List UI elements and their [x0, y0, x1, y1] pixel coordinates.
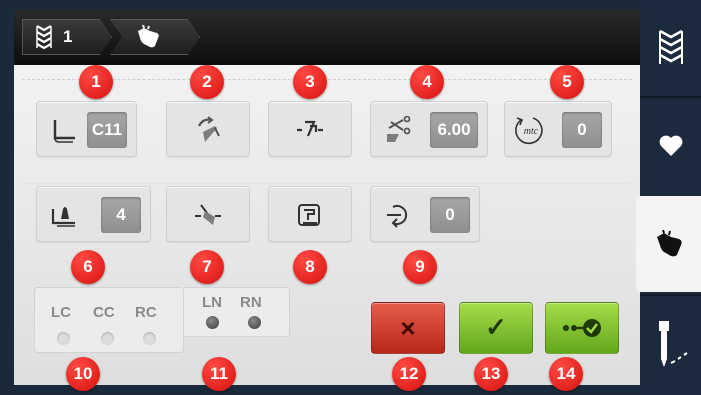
callout-8: 8 [293, 250, 327, 284]
thread-tension-value: 0 [430, 197, 470, 233]
rn-indicator[interactable] [248, 316, 261, 329]
foot-pressure-value: 4 [101, 197, 141, 233]
mtc-icon: mtc [515, 117, 543, 145]
mtc-icon-text: mtc [524, 126, 539, 137]
divider [24, 280, 630, 281]
rail-tab-manual[interactable] [636, 196, 701, 292]
hand-icon [656, 230, 682, 257]
needle-stop-tile[interactable] [166, 101, 250, 157]
light-group: LC CC RC [34, 287, 184, 353]
stitch-pattern-icon [35, 24, 53, 50]
heart-icon [659, 135, 682, 156]
check-icon: ✓ [485, 312, 507, 342]
thread-cutter-tile[interactable] [166, 186, 250, 242]
callout-13: 13 [474, 357, 508, 391]
scissors-icon [387, 116, 411, 142]
callout-11: 11 [202, 357, 236, 391]
cancel-icon: × [400, 313, 416, 343]
callout-14: 14 [549, 357, 583, 391]
confirm-button[interactable]: ✓ [459, 302, 533, 354]
rc-indicator[interactable] [143, 332, 156, 345]
callout-12: 12 [392, 357, 426, 391]
thread-tension-icon [387, 205, 408, 228]
breadcrumb-manual[interactable] [110, 19, 200, 55]
cc-indicator[interactable] [101, 332, 114, 345]
confirm-continue-icon [563, 319, 601, 337]
presser-foot-icon [53, 120, 75, 143]
thread-tension-tile[interactable]: 0 [370, 186, 480, 242]
cc-label: CC [93, 304, 115, 321]
rail-tab-stitches[interactable] [640, 0, 701, 96]
callout-4: 4 [410, 65, 444, 99]
presser-foot-value: C11 [87, 112, 127, 148]
mtc-tile[interactable]: mtc 0 [504, 101, 612, 157]
thread-cutter-icon [195, 204, 221, 225]
breadcrumb-stitch[interactable]: 1 [22, 19, 112, 55]
callout-2: 2 [190, 65, 224, 99]
sewing-machine-tile[interactable] [268, 186, 352, 242]
presser-foot-tile[interactable]: C11 [36, 101, 137, 157]
divider [24, 183, 630, 184]
foot-pressure-tile[interactable]: 4 [36, 186, 151, 242]
ln-label: LN [202, 294, 222, 311]
ln-indicator[interactable] [206, 316, 219, 329]
mtc-value: 0 [562, 112, 602, 148]
rail-tab-needle[interactable] [640, 296, 701, 392]
sewing-machine-icon [298, 204, 320, 226]
foot-pressure-icon [51, 207, 75, 227]
needle-stop-icon [198, 116, 220, 142]
confirm-continue-button[interactable] [545, 302, 619, 354]
needle-position-tile[interactable] [268, 101, 352, 157]
settings-panel: C11 6.00 mtc 0 4 0 LC CC RC LN RN × ✓ [14, 65, 640, 385]
callout-9: 9 [403, 250, 437, 284]
callout-7: 7 [190, 250, 224, 284]
needle-icon [658, 321, 688, 367]
lc-indicator[interactable] [57, 332, 70, 345]
top-bar: 1 [14, 9, 640, 65]
stitch-pattern-icon [658, 29, 683, 64]
cancel-button[interactable]: × [371, 302, 445, 354]
callout-10: 10 [66, 357, 100, 391]
callout-3: 3 [293, 65, 327, 99]
callout-5: 5 [550, 65, 584, 99]
lc-label: LC [51, 304, 71, 321]
needle-position-icon [297, 120, 323, 137]
hand-icon [135, 25, 161, 49]
rc-label: RC [135, 304, 157, 321]
rail-tab-favorites[interactable] [640, 98, 701, 194]
stitch-number: 1 [63, 27, 73, 46]
stitch-length-tile[interactable]: 6.00 [370, 101, 488, 157]
needle-group: LN RN [184, 287, 290, 337]
stitch-length-value: 6.00 [430, 112, 478, 148]
right-nav-rail [636, 0, 701, 395]
callout-6: 6 [71, 250, 105, 284]
rn-label: RN [240, 294, 262, 311]
callout-1: 1 [79, 65, 113, 99]
